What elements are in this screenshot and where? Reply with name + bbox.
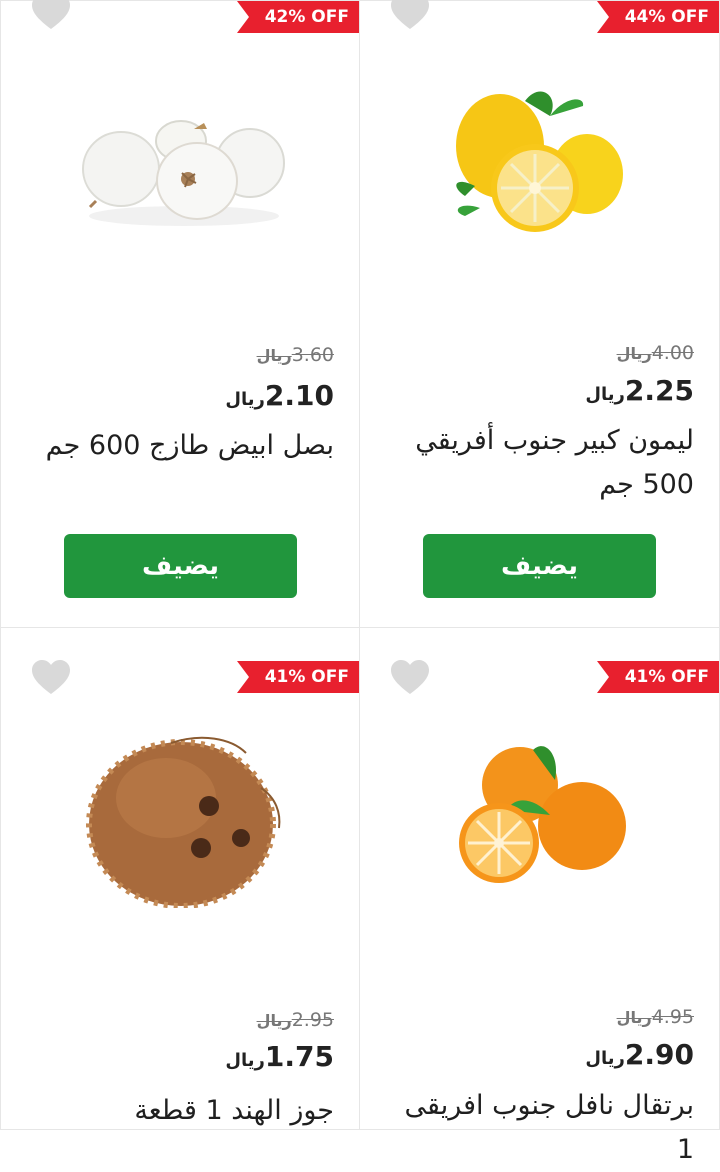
price: 2.25ريال: [585, 374, 694, 407]
old-price: 2.95ريال: [256, 1009, 334, 1031]
old-price: 4.00ريال: [616, 342, 694, 364]
add-to-cart-button[interactable]: يضيف: [423, 534, 656, 598]
product-image-onions: [82, 120, 285, 226]
price: 2.90ريال: [585, 1038, 694, 1071]
discount-badge: 41% OFF: [596, 661, 719, 693]
product-card[interactable]: 42% OFF 3.60ريال 2.10ريال بصل ابيض طازج …: [0, 0, 360, 628]
price: 2.10ريال: [225, 379, 334, 412]
discount-badge: 44% OFF: [596, 1, 719, 33]
add-to-cart-button[interactable]: يضيف: [64, 534, 297, 598]
discount-badge: 41% OFF: [236, 661, 359, 693]
old-price: 3.60ريال: [256, 344, 334, 366]
product-name: برتقال نافل جنوب افريقى 1: [404, 1090, 694, 1165]
heart-icon[interactable]: [390, 0, 430, 31]
heart-icon[interactable]: [390, 660, 430, 696]
product-name: جوز الهند 1 قطعة: [134, 1095, 334, 1126]
product-card[interactable]: 41% OFF 4.95ريال 2.90ريال برتقال نافل جن…: [360, 628, 720, 1165]
product-card[interactable]: 41% OFF 2.95ريال 1.75ريال جوز الهند 1 قط…: [0, 628, 360, 1130]
discount-badge: 42% OFF: [236, 1, 359, 33]
product-grid: 42% OFF 3.60ريال 2.10ريال بصل ابيض طازج …: [0, 0, 720, 1165]
heart-icon[interactable]: [31, 0, 71, 31]
price: 1.75ريال: [225, 1040, 334, 1073]
product-card[interactable]: 44% OFF 4.00ريال 2.25ريال ليمون كبير جنو…: [360, 0, 720, 628]
product-name: بصل ابيض طازج 600 جم: [45, 430, 334, 461]
product-name: ليمون كبير جنوب أفريقي 500 جم: [415, 425, 694, 500]
product-image-oranges: [459, 746, 626, 883]
product-image-coconut: [86, 736, 281, 908]
product-image-lemons: [456, 91, 623, 232]
heart-icon[interactable]: [31, 660, 71, 696]
old-price: 4.95ريال: [616, 1006, 694, 1028]
